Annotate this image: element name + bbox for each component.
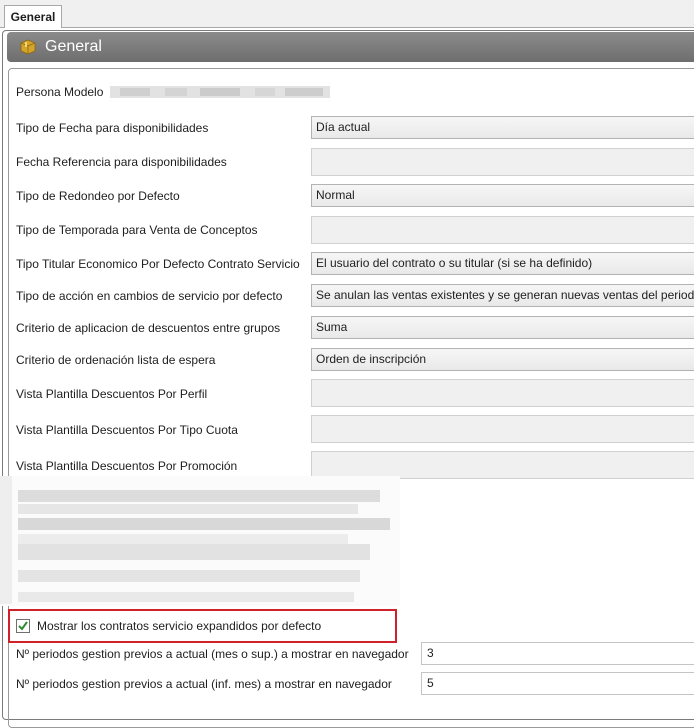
tab-general[interactable]: General xyxy=(4,5,62,28)
redacted-options-area xyxy=(0,476,400,606)
periodos-sup-input[interactable]: 3 xyxy=(421,642,694,665)
fecha-referencia-label: Fecha Referencia para disponibilidades xyxy=(16,155,227,169)
redacted-line xyxy=(18,534,348,544)
tipo-redondeo-label: Tipo de Redondeo por Defecto xyxy=(16,189,180,203)
redacted-line xyxy=(18,592,354,602)
highlight-box xyxy=(8,609,397,643)
vista-promocion-field[interactable] xyxy=(311,451,694,479)
section-header: General xyxy=(7,32,694,62)
tipo-fecha-label: Tipo de Fecha para disponibilidades xyxy=(16,121,209,135)
redacted-line xyxy=(18,570,360,582)
redacted-line xyxy=(18,504,358,514)
tipo-titular-select[interactable]: El usuario del contrato o su titular (si… xyxy=(311,252,694,275)
periodos-inf-label: Nº periodos gestion previos a actual (in… xyxy=(16,677,392,691)
tipo-temporada-field[interactable] xyxy=(311,216,694,244)
criterio-ordenacion-select[interactable]: Orden de inscripción xyxy=(311,348,694,371)
vista-perfil-field[interactable] xyxy=(311,379,694,407)
redacted-line xyxy=(18,490,380,502)
tipo-temporada-label: Tipo de Temporada para Venta de Concepto… xyxy=(16,223,258,237)
tipo-redondeo-select[interactable]: Normal xyxy=(311,184,694,207)
redacted-line xyxy=(18,518,390,530)
vista-promocion-label: Vista Plantilla Descuentos Por Promoción xyxy=(16,459,238,473)
criterio-ordenacion-label: Criterio de ordenación lista de espera xyxy=(16,353,216,367)
tab-underline xyxy=(0,27,694,28)
persona-modelo-label: Persona Modelo xyxy=(16,85,104,99)
criterio-descuentos-label: Criterio de aplicacion de descuentos ent… xyxy=(16,321,281,335)
tipo-titular-label: Tipo Titular Economico Por Defecto Contr… xyxy=(16,257,300,271)
persona-modelo-value-redacted xyxy=(110,86,330,98)
tab-gap xyxy=(5,27,61,28)
tipo-accion-select[interactable]: Se anulan las ventas existentes y se gen… xyxy=(311,284,694,307)
tipo-fecha-select[interactable]: Día actual xyxy=(311,116,694,139)
vista-tipo-cuota-label: Vista Plantilla Descuentos Por Tipo Cuot… xyxy=(16,423,238,437)
section-title: General xyxy=(45,38,102,55)
redacted-line xyxy=(18,544,370,560)
criterio-descuentos-select[interactable]: Suma xyxy=(311,316,694,339)
fecha-referencia-field[interactable] xyxy=(311,148,694,176)
package-icon xyxy=(20,39,36,55)
tipo-accion-label: Tipo de acción en cambios de servicio po… xyxy=(16,289,283,303)
periodos-inf-input[interactable]: 5 xyxy=(421,672,694,695)
vista-perfil-label: Vista Plantilla Descuentos Por Perfil xyxy=(16,387,208,401)
redacted-left-strip xyxy=(0,476,12,604)
tab-bar: General xyxy=(0,0,694,28)
vista-tipo-cuota-field[interactable] xyxy=(311,415,694,443)
periodos-sup-label: Nº periodos gestion previos a actual (me… xyxy=(16,647,409,661)
